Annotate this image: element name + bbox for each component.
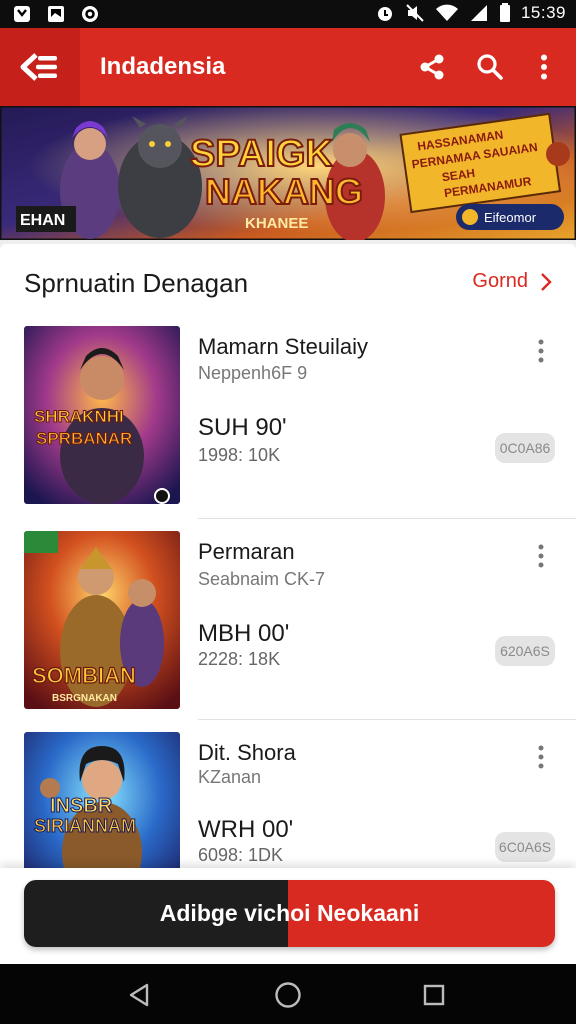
alarm-icon: [377, 7, 392, 21]
more-vert-icon: [538, 339, 544, 363]
app-bar: Indadensia: [0, 28, 576, 106]
item-more-button[interactable]: [524, 740, 558, 774]
more-vert-icon: [538, 544, 544, 568]
page-title: Indadensia: [100, 53, 226, 80]
status-time: 15:39: [520, 3, 566, 22]
item-title: Permaran: [198, 539, 295, 564]
list-item[interactable]: SHRAKNHI SPRBANAR Mamarn Steuilaiy Neppe…: [0, 318, 576, 519]
search-icon: [477, 54, 503, 80]
chevron-right-icon: [541, 272, 552, 291]
item-more-button[interactable]: [524, 539, 558, 573]
list-item[interactable]: SOMBIAN BSRGNAKAN Permaran Seabnaim CK-7…: [0, 519, 576, 720]
banner-headline-2: NAKANG: [205, 171, 363, 212]
item-count: 1998: 10K: [198, 445, 281, 465]
share-icon: [420, 54, 444, 80]
square-recents-icon: [423, 984, 445, 1006]
game-thumbnail: INSBR SIRIANNAM: [24, 732, 180, 882]
item-price: MBH 00ʹ: [198, 620, 290, 647]
thumb-text-1: SHRAKNHI: [34, 407, 124, 426]
item-subtitle: Neppenh6F 9: [198, 363, 308, 383]
game-thumbnail: SHRAKNHI SPRBANAR: [24, 326, 180, 504]
game-thumbnail: SOMBIAN BSRGNAKAN: [24, 531, 180, 709]
section-title: Sprnuatin Denagan: [24, 268, 249, 298]
item-badge[interactable]: 620A6S: [495, 636, 555, 666]
banner-artwork: SPAIGK NAKANG KHANEE HASSANAMAN PERNAMAA…: [0, 106, 576, 240]
banner-badge: Eifeomor: [484, 210, 537, 225]
banner-headline-1: SPAIGK: [190, 133, 333, 175]
promo-banner[interactable]: SPAIGK NAKANG KHANEE HASSANAMAN PERNAMAA…: [0, 106, 576, 240]
nav-home-button[interactable]: [273, 980, 303, 1010]
share-button[interactable]: [412, 47, 452, 87]
cast-icon: [82, 6, 98, 22]
search-button[interactable]: [470, 47, 510, 87]
thumb-text-1: INSBR: [50, 795, 113, 817]
item-price: WRH 00ʹ: [198, 816, 294, 843]
circle-home-icon: [275, 982, 301, 1008]
wifi-icon: [435, 4, 458, 21]
item-title: Dit. Shora: [198, 740, 296, 765]
item-badge[interactable]: 6C0A6S: [495, 832, 555, 862]
thumb-text-2: SIRIANNAM: [34, 816, 136, 836]
item-badge[interactable]: 0C0A86: [495, 433, 555, 463]
triangle-back-icon: [129, 983, 149, 1007]
nav-back-button[interactable]: [124, 980, 154, 1010]
nav-recents-button[interactable]: [419, 980, 449, 1010]
item-more-button[interactable]: [524, 334, 558, 368]
signal-icon: [470, 5, 487, 21]
system-nav-bar: [0, 964, 576, 1024]
battery-icon: [499, 3, 510, 22]
see-more-link[interactable]: Gornd: [472, 270, 552, 293]
mute-icon: [406, 4, 424, 22]
more-vert-icon: [541, 54, 547, 80]
more-vert-icon: [538, 745, 544, 769]
item-title: Mamarn Steuilaiy: [198, 334, 368, 359]
cta-label: Adibge vichoi Neokaani: [159, 900, 420, 926]
item-count: 6098: 1DK: [198, 845, 284, 865]
more-options-button[interactable]: [524, 47, 564, 87]
item-subtitle: Seabnaim CK-7: [198, 569, 326, 589]
thumb-text-2: SPRBANAR: [36, 429, 132, 448]
primary-cta-button[interactable]: Adibge vichoi Neokaani: [24, 880, 555, 947]
banner-tagline: KHANEE: [245, 215, 308, 232]
back-icon: [20, 53, 57, 81]
banner-corner-label: EHAN: [20, 212, 65, 229]
photo-icon: [48, 6, 64, 22]
item-price: SUH 90ʹ: [198, 414, 287, 441]
thumb-text-1: SOMBIAN: [32, 663, 136, 688]
see-more-label: Gornd: [472, 270, 528, 292]
back-button[interactable]: [0, 28, 80, 106]
notification-icon: [14, 6, 30, 22]
thumb-text-2: BSRGNAKAN: [52, 693, 117, 704]
status-bar: 15:39: [0, 0, 576, 28]
item-count: 2228: 18K: [198, 649, 281, 669]
item-subtitle: KZanan: [198, 767, 262, 787]
